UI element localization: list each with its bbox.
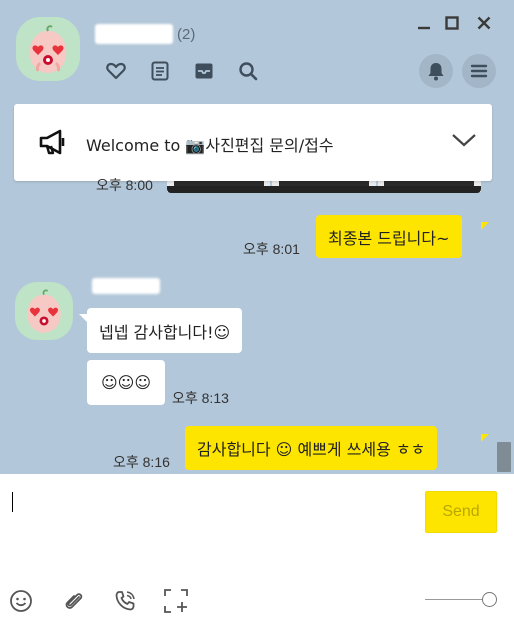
minimize-button[interactable] bbox=[413, 12, 435, 34]
message-time: 오후 8:16 bbox=[113, 454, 170, 470]
maximize-icon bbox=[445, 16, 459, 30]
inbox-icon[interactable] bbox=[188, 58, 220, 84]
chat-scrollbar[interactable] bbox=[497, 442, 511, 472]
my-message-bubble[interactable]: 최종본 드립니다~ bbox=[316, 215, 462, 258]
message-time: 오후 8:01 bbox=[243, 241, 300, 257]
message-composer: Send bbox=[0, 474, 514, 627]
bell-icon bbox=[428, 63, 444, 81]
capture-icon[interactable] bbox=[163, 588, 189, 614]
megaphone-icon bbox=[38, 129, 68, 159]
heart-icon[interactable] bbox=[100, 58, 132, 84]
font-size-slider-knob[interactable] bbox=[482, 592, 497, 607]
message-text: 감사합니다 ☺ 예쁘게 쓰세용 ㅎㅎ bbox=[197, 440, 426, 459]
chevron-down-icon[interactable] bbox=[451, 132, 477, 152]
notice-banner[interactable]: Welcome to 📷사진편집 문의/접수 bbox=[14, 104, 492, 181]
message-text: 넵넵 감사합니다!☺ bbox=[99, 322, 231, 342]
message-time: 오후 8:13 bbox=[172, 390, 229, 406]
message-input[interactable] bbox=[12, 492, 13, 512]
bubble-tail bbox=[481, 222, 489, 230]
other-message-bubble[interactable]: ☺☺☺ bbox=[87, 360, 166, 405]
message-text: 최종본 드립니다~ bbox=[328, 228, 450, 248]
peach-character-icon bbox=[29, 25, 67, 73]
redacted-room-name bbox=[95, 24, 173, 44]
other-message-bubble[interactable]: 넵넵 감사합니다!☺ bbox=[87, 308, 243, 353]
paperclip-icon[interactable] bbox=[61, 588, 87, 614]
maximize-button[interactable] bbox=[441, 12, 463, 34]
search-icon[interactable] bbox=[232, 58, 264, 84]
bubble-tail bbox=[481, 434, 489, 442]
peach-character-icon bbox=[27, 289, 61, 333]
message-text: ☺☺☺ bbox=[101, 373, 152, 392]
minimize-icon bbox=[418, 26, 430, 30]
notification-button[interactable] bbox=[419, 54, 453, 88]
close-button[interactable] bbox=[473, 12, 495, 34]
chat-header: (2) bbox=[0, 0, 514, 104]
phone-icon[interactable] bbox=[112, 588, 138, 614]
sender-avatar[interactable] bbox=[15, 282, 73, 340]
close-icon bbox=[477, 16, 491, 30]
chat-room-title: (2) bbox=[95, 22, 195, 46]
bubble-tail bbox=[79, 314, 87, 322]
menu-icon bbox=[470, 64, 488, 78]
redacted-sender-name bbox=[92, 278, 160, 294]
send-button[interactable]: Send bbox=[425, 491, 497, 533]
my-message-bubble[interactable]: 감사합니다 ☺ 예쁘게 쓰세용 ㅎㅎ bbox=[185, 426, 438, 470]
photo-frame-edge bbox=[167, 186, 481, 193]
message-time: 오후 8:00 bbox=[96, 177, 153, 193]
emoji-icon[interactable] bbox=[8, 588, 34, 614]
header-toolbar bbox=[100, 58, 264, 84]
menu-button[interactable] bbox=[462, 54, 496, 88]
chat-room-avatar[interactable] bbox=[16, 17, 80, 81]
member-count: (2) bbox=[177, 25, 196, 43]
notes-icon[interactable] bbox=[144, 58, 176, 84]
chat-message-list[interactable]: Welcome to 📷사진편집 문의/접수 오후 8:00 오후 8:01 최… bbox=[0, 104, 514, 474]
notice-text: Welcome to 📷사진편집 문의/접수 bbox=[86, 136, 334, 155]
font-size-slider-track[interactable] bbox=[425, 599, 483, 600]
